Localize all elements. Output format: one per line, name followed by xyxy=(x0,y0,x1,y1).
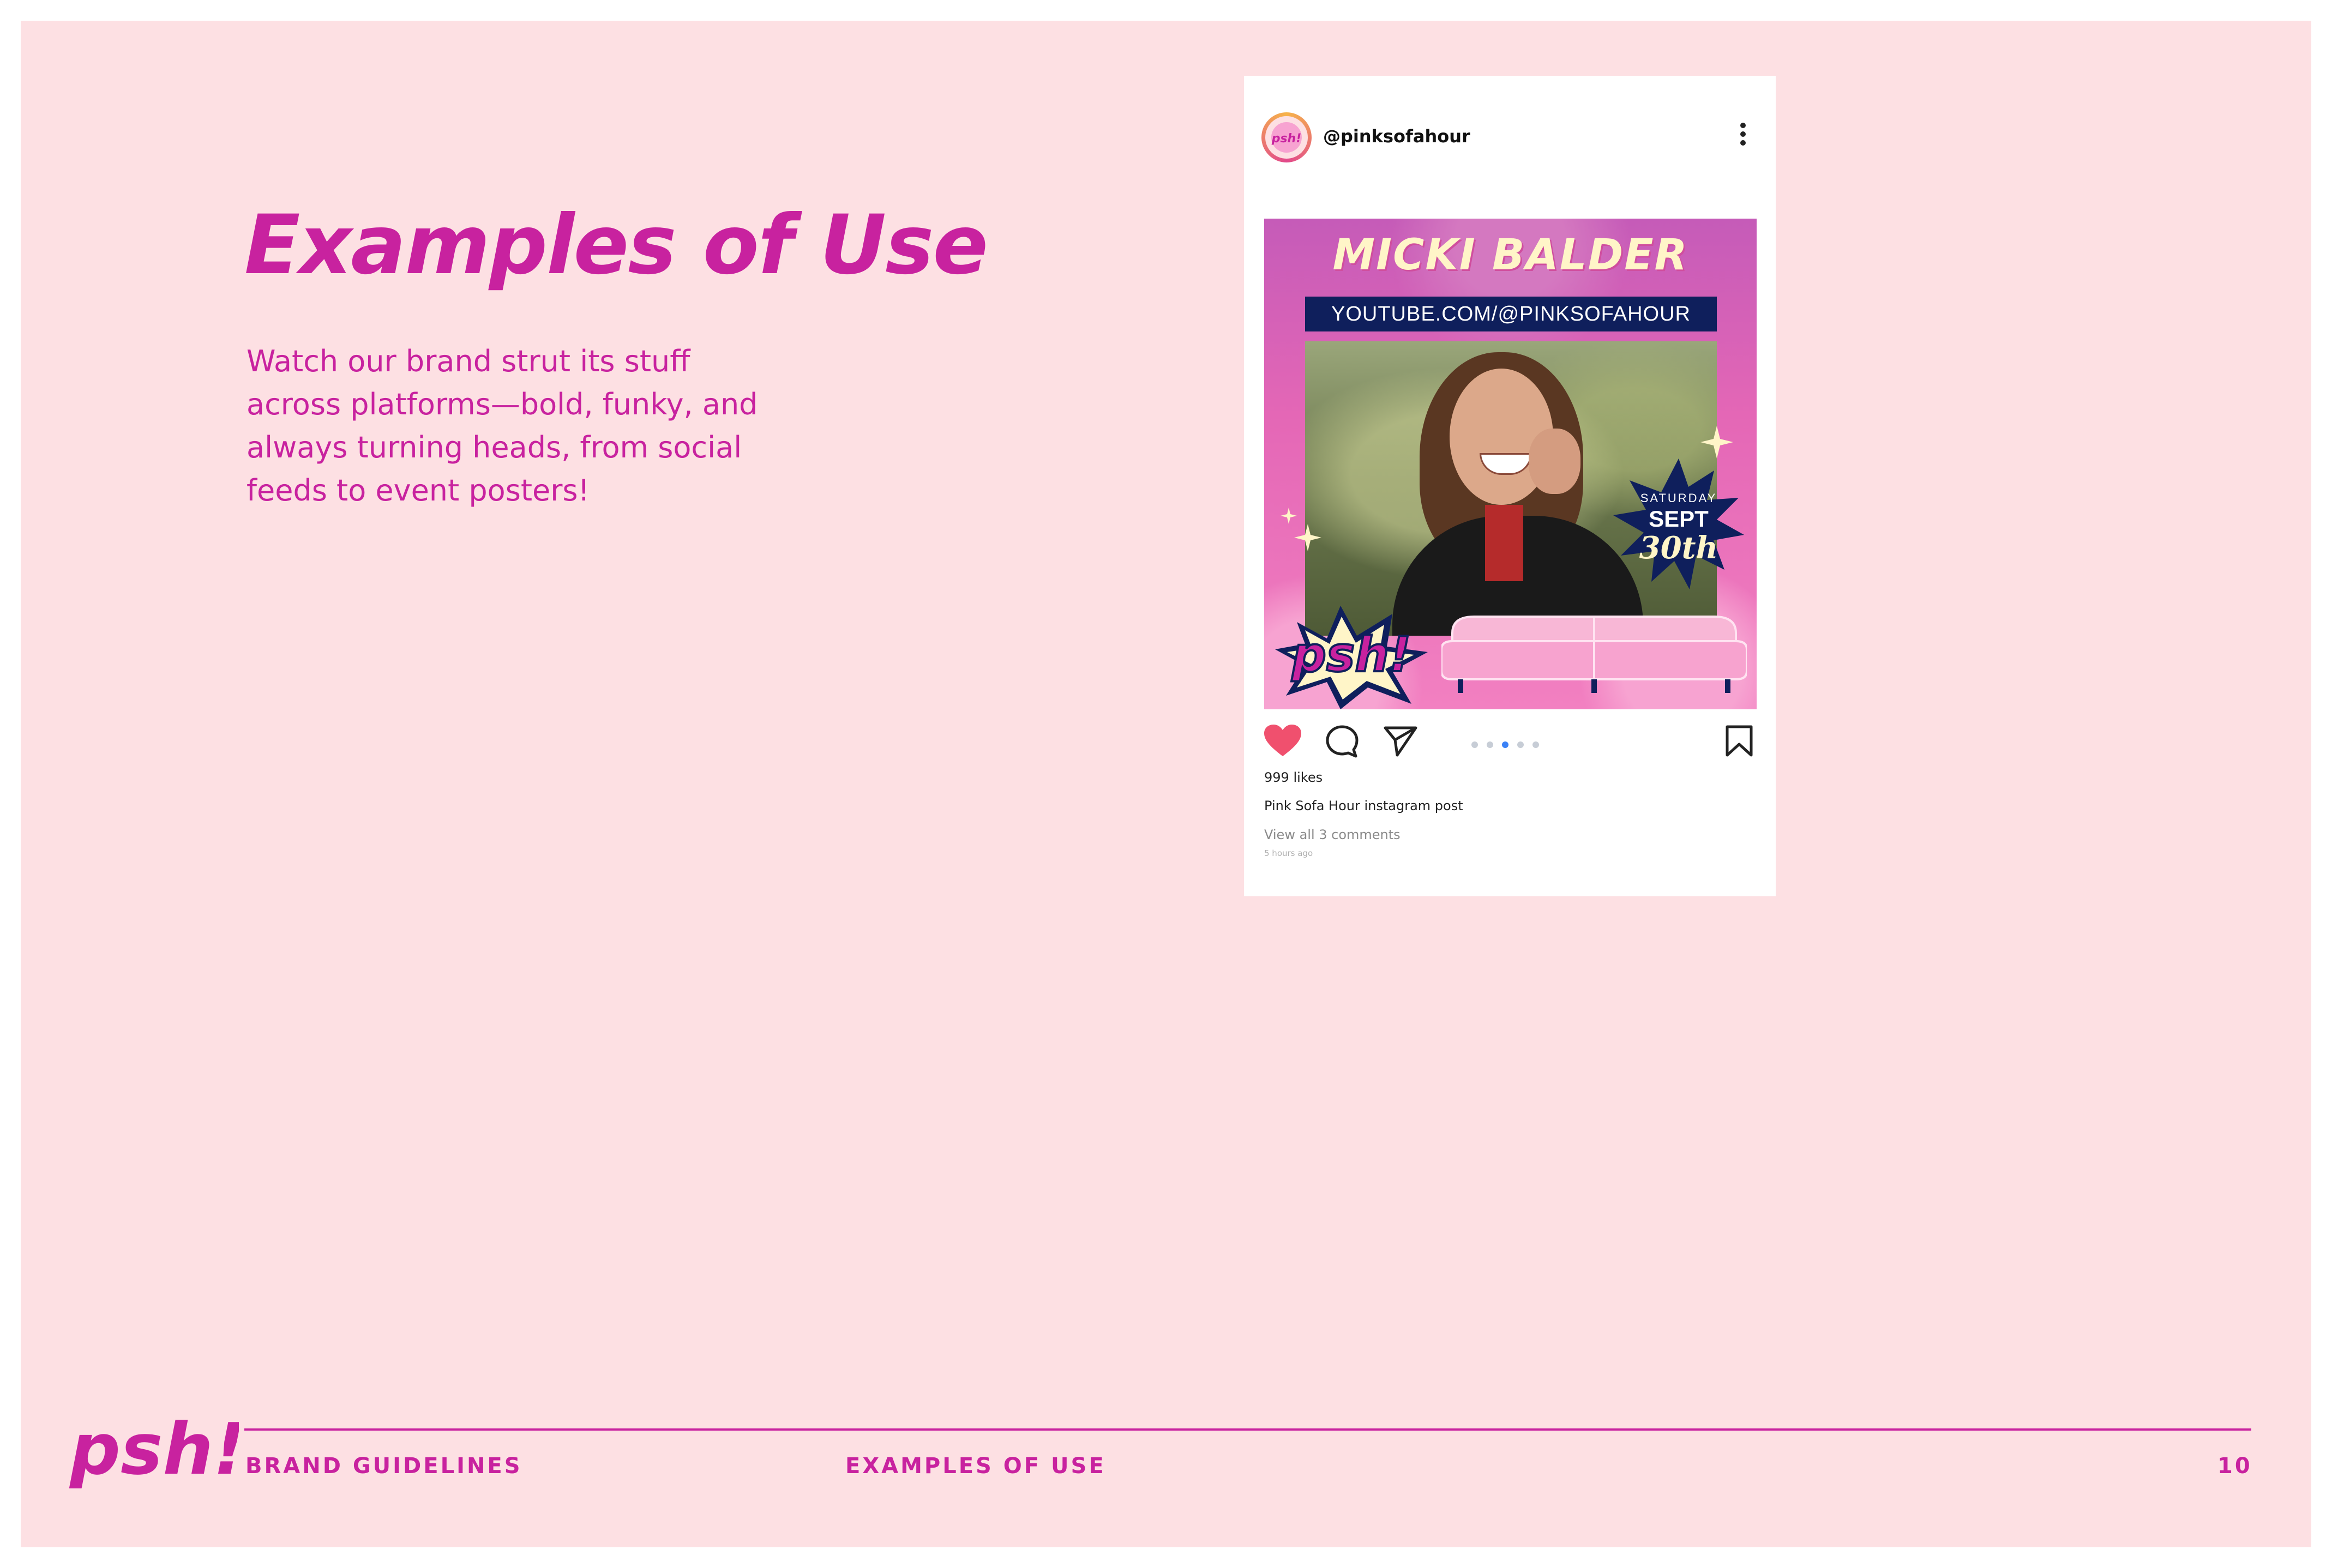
sparkle-icon xyxy=(1294,524,1321,551)
carousel-dot xyxy=(1532,741,1539,748)
intro-line: feeds to event posters! xyxy=(247,473,590,508)
brand-guidelines-page: Examples of Use Watch our brand strut it… xyxy=(21,21,2311,1547)
comment-icon[interactable] xyxy=(1325,725,1359,758)
psh-burst-logo: psh! xyxy=(1275,606,1428,709)
date-badge: SATURDAY SEPT 30th xyxy=(1613,459,1744,589)
intro-paragraph: Watch our brand strut its stuff across p… xyxy=(247,340,792,512)
carousel-dot xyxy=(1487,741,1493,748)
profile-handle[interactable]: @pinksofahour xyxy=(1323,126,1470,147)
sparkle-icon xyxy=(1700,426,1733,459)
footer-logo-text: psh! xyxy=(69,1408,239,1491)
post-image: MICKI BALDER YOUTUBE.COM/@PINKSOFAHOUR S… xyxy=(1264,219,1757,709)
post-caption: Pink Sofa Hour instagram post xyxy=(1264,798,1463,813)
date-day: SATURDAY xyxy=(1640,491,1717,505)
post-logo-text: psh! xyxy=(1291,626,1411,683)
post-timestamp: 5 hours ago xyxy=(1264,848,1313,858)
carousel-dot xyxy=(1517,741,1524,748)
footer-section-title: EXAMPLES OF USE xyxy=(845,1454,1106,1479)
carousel-dot xyxy=(1471,741,1478,748)
carousel-dot-active xyxy=(1502,741,1508,748)
instagram-post-mockup: psh! @pinksofahour MICKI BALDER YOUTUBE.… xyxy=(1244,76,1776,896)
likes-count[interactable]: 999 likes xyxy=(1264,770,1323,785)
page-title: Examples of Use xyxy=(244,198,988,293)
post-channel-url: YOUTUBE.COM/@PINKSOFAHOUR xyxy=(1305,297,1717,331)
heart-icon[interactable] xyxy=(1264,725,1301,757)
footer-divider xyxy=(244,1428,2251,1431)
carousel-indicator xyxy=(1471,741,1548,749)
profile-avatar[interactable]: psh! xyxy=(1261,112,1312,162)
post-actions-bar xyxy=(1264,725,1757,763)
page-number: 10 xyxy=(2217,1454,2252,1479)
share-icon[interactable] xyxy=(1383,725,1418,757)
footer-document-title: BRAND GUIDELINES xyxy=(245,1454,522,1479)
post-guest-name: MICKI BALDER xyxy=(1332,231,1688,280)
date-number: 30th xyxy=(1639,530,1718,566)
psh-logo: psh! xyxy=(69,1408,239,1491)
sparkle-icon xyxy=(1281,508,1297,524)
intro-line: across platforms—bold, funky, and xyxy=(247,387,758,421)
view-comments-link[interactable]: View all 3 comments xyxy=(1264,827,1401,842)
more-options-icon[interactable] xyxy=(1735,119,1751,158)
date-month: SEPT xyxy=(1649,506,1709,532)
bookmark-icon[interactable] xyxy=(1725,725,1753,757)
intro-line: always turning heads, from social xyxy=(247,430,742,465)
svg-text:psh!: psh! xyxy=(1271,132,1302,146)
intro-line: Watch our brand strut its stuff xyxy=(247,344,690,378)
pink-sofa-illustration xyxy=(1441,616,1747,693)
